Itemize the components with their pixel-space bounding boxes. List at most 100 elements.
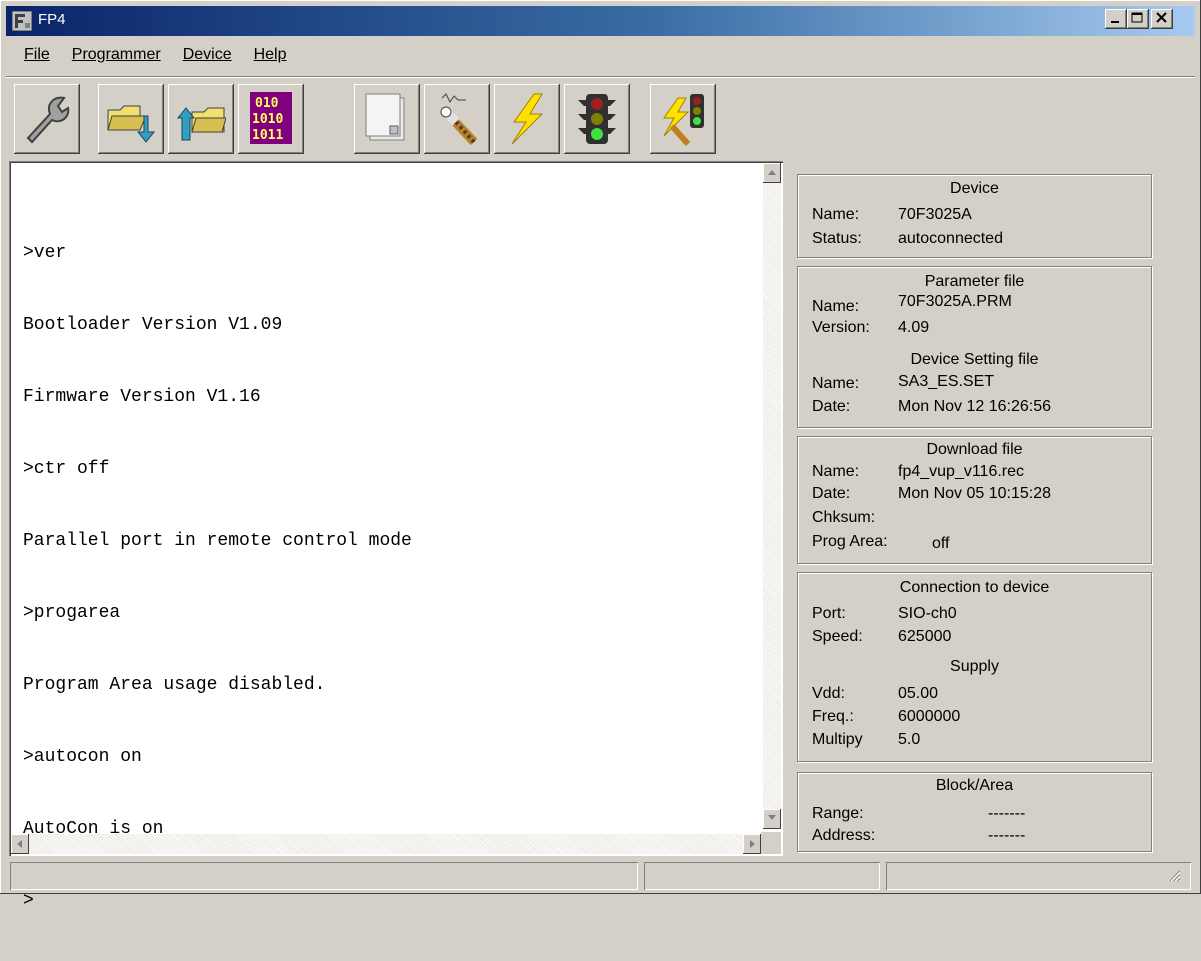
connection-panel: Connection to device Port: SIO-ch0 Speed… [797, 572, 1152, 762]
app-icon [12, 11, 32, 31]
status-pane-2 [644, 862, 880, 890]
maximize-button[interactable] [1127, 9, 1149, 29]
multiply-label: Multipy [812, 731, 863, 748]
horizontal-scrollbar[interactable] [11, 834, 761, 854]
param-version: 4.09 [898, 319, 930, 336]
menu-bar: File Programmer Device Help [24, 40, 309, 70]
setting-date-label: Date: [812, 398, 851, 415]
scroll-down-button[interactable] [763, 809, 781, 829]
blank-page-button[interactable] [354, 84, 420, 154]
settings-wrench-icon [26, 96, 70, 144]
arrow-up-icon [768, 170, 776, 175]
svg-text:010: 010 [255, 96, 279, 111]
param-version-label: Version: [812, 319, 870, 336]
minimize-icon [1111, 21, 1119, 23]
arrow-down-icon [768, 815, 776, 820]
device-panel: Device Name: 70F3025A Status: autoconnec… [797, 174, 1152, 258]
block-title: Block/Area [935, 777, 1014, 794]
download-date: Mon Nov 05 10:15:28 [898, 485, 1051, 502]
main-window: FP4 File Programmer Device Help 010 1010… [0, 0, 1201, 911]
freq-label: Freq.: [812, 708, 854, 725]
console-line: >progarea [23, 603, 121, 623]
open-download-button[interactable] [98, 84, 164, 154]
param-name: 70F3025A.PRM [898, 293, 1012, 310]
window-title: FP4 [38, 11, 66, 28]
resize-grip-icon[interactable] [1167, 868, 1181, 882]
setting-title: Device Setting file [910, 351, 1039, 368]
svg-text:1010: 1010 [252, 112, 283, 127]
status-pane-1 [10, 862, 638, 890]
speed-label: Speed: [812, 628, 863, 645]
scroll-up-button[interactable] [763, 163, 781, 183]
port-label: Port: [812, 605, 846, 622]
device-status: autoconnected [898, 230, 1003, 247]
block-area-panel: Block/Area Range: ------- Address: -----… [797, 772, 1152, 852]
binary-file-button[interactable]: 010 1010 1011 [238, 84, 304, 154]
console-line: Parallel port in remote control mode [23, 531, 412, 551]
menu-programmer[interactable]: Programmer [72, 40, 161, 70]
settings-button[interactable] [14, 84, 80, 154]
maximize-icon [1131, 12, 1143, 23]
device-status-label: Status: [812, 230, 862, 247]
download-name-label: Name: [812, 463, 860, 480]
console-line: Program Area usage disabled. [23, 675, 326, 695]
download-date-label: Date: [812, 485, 851, 502]
console-line: >autocon on [23, 747, 142, 767]
traffic-light-icon [578, 94, 616, 144]
download-progarea-label: Prog Area: [812, 533, 888, 550]
console-line: Firmware Version V1.16 [23, 387, 261, 407]
console-output[interactable]: >ver Bootloader Version V1.09 Firmware V… [9, 161, 783, 911]
auto-program-button[interactable] [650, 84, 716, 154]
console-line: > [23, 891, 34, 911]
param-title: Parameter file [924, 273, 1025, 290]
arrow-right-icon [750, 840, 755, 848]
status-pane-3 [886, 862, 1191, 890]
signal-probe-button[interactable] [424, 84, 490, 154]
download-progarea: off [932, 535, 950, 552]
vertical-scrollbar[interactable] [763, 163, 781, 829]
setting-date: Mon Nov 12 16:26:56 [898, 398, 1051, 415]
title-bar[interactable]: FP4 [6, 6, 1195, 36]
scroll-left-button[interactable] [11, 834, 29, 854]
close-button[interactable] [1151, 9, 1173, 29]
address-value: ------- [988, 827, 1026, 844]
console-line: >ver [23, 243, 67, 263]
freq-value: 6000000 [898, 708, 961, 725]
download-name: fp4_vup_v116.rec [898, 463, 1025, 480]
supply-title: Supply [950, 658, 999, 675]
program-button[interactable] [494, 84, 560, 154]
parameter-file-panel: Parameter file Name: 70F3025A.PRM Versio… [797, 266, 1152, 428]
vdd-label: Vdd: [812, 685, 845, 702]
device-name: 70F3025A [898, 206, 972, 223]
speed-value: 625000 [898, 628, 952, 645]
status-light-button[interactable] [564, 84, 630, 154]
download-title: Download file [926, 441, 1023, 458]
setting-name-label: Name: [812, 375, 860, 392]
scroll-right-button[interactable] [743, 834, 761, 854]
param-name-label: Name: [812, 298, 860, 315]
device-name-label: Name: [812, 206, 860, 223]
svg-text:1011: 1011 [252, 128, 283, 143]
address-label: Address: [812, 827, 876, 844]
menu-file[interactable]: File [24, 40, 50, 70]
device-title: Device [950, 180, 999, 197]
menu-device[interactable]: Device [183, 40, 232, 70]
vdd-value: 05.00 [898, 685, 939, 702]
connection-title: Connection to device [899, 579, 1050, 596]
menu-help[interactable]: Help [254, 40, 287, 70]
open-folder-download-icon [107, 105, 156, 143]
setting-name: SA3_ES.SET [898, 373, 995, 390]
scroll-corner [761, 832, 781, 854]
lightning-traffic-light-icon [663, 94, 704, 146]
download-chksum-label: Chksum: [812, 509, 876, 526]
lightning-icon [511, 93, 544, 145]
console-line: Bootloader Version V1.09 [23, 315, 283, 335]
open-upload-button[interactable] [168, 84, 234, 154]
open-folder-upload-icon [176, 107, 226, 141]
range-value: ------- [988, 805, 1026, 822]
port-value: SIO-ch0 [898, 605, 957, 622]
close-icon [1156, 12, 1167, 23]
signal-probe-icon [440, 93, 478, 146]
multiply-value: 5.0 [898, 731, 921, 748]
minimize-button[interactable] [1105, 9, 1127, 29]
